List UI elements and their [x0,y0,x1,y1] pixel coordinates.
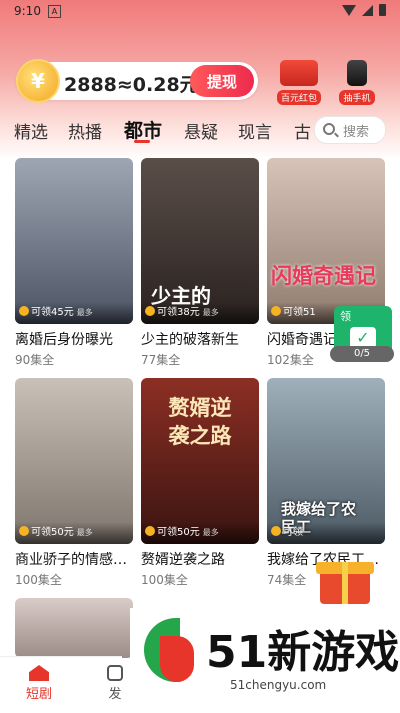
tab-ancient[interactable]: 古 [294,118,311,143]
coin-icon [145,526,155,536]
episode-count: 100集全 [15,573,62,587]
active-tab-indicator [134,140,150,143]
coin-balance-bar: ¥ 2888≈0.28元 提现 [16,59,258,103]
tab-modern-romance[interactable]: 现言 [238,118,272,143]
reward-badge: 可领50元 最多 [141,522,259,544]
reward-badge: 可领38元 最多 [141,302,259,324]
promo-label: 百元红包 [276,90,321,105]
coin-icon [271,526,281,536]
red-envelope-icon [280,60,318,86]
coin-icon [271,306,281,316]
episode-count: 100集全 [141,573,188,587]
coin-icon [19,526,29,536]
episode-count: 77集全 [141,353,181,367]
phone-icon [347,60,367,86]
wifi-icon [342,4,356,16]
tab-suspense[interactable]: 悬疑 [184,118,218,143]
status-time: 9:10 [14,4,41,18]
drama-card[interactable]: 赘婿逆袭之路 可领50元 最多 赘婿逆袭之路 100集全 [141,378,259,588]
drama-title[interactable]: 少主的破落新生 [141,329,259,349]
watermark-brand: 51新游戏 [206,627,400,678]
site-logo-icon [144,618,194,682]
drama-poster[interactable]: 我嫁给了农民工 可领 [267,378,385,544]
discover-icon [107,665,123,681]
status-icons [342,4,386,16]
drama-poster[interactable]: 闪婚奇遇记 可领51 [267,158,385,324]
coin-icon [145,306,155,316]
withdraw-button[interactable]: 提现 [190,65,254,97]
drama-poster[interactable]: 少主的 可领38元 最多 [141,158,259,324]
episode-count: 90集全 [15,353,55,367]
reward-badge: 可领45元 最多 [15,302,133,324]
nav-label: 短剧 [25,687,52,702]
search-placeholder: 搜索 [343,125,370,140]
drama-poster[interactable]: 赘婿逆袭之路 可领50元 最多 [141,378,259,544]
poster-title-text: 闪婚奇遇记 [271,264,376,288]
poster-title-text: 赘婿逆袭之路 [168,396,232,448]
drama-title[interactable]: 离婚后身份曝光 [15,329,133,349]
drama-poster[interactable] [15,598,133,658]
drama-card[interactable]: 可领45元 最多 离婚后身份曝光 90集全 [15,158,133,368]
nav-item-short-drama[interactable]: 短剧 [14,663,64,702]
cell-signal-icon [362,4,373,16]
tab-featured[interactable]: 精选 [14,118,48,143]
tab-trending[interactable]: 热播 [68,118,102,143]
claim-label: 领 [340,310,351,323]
coin-icon [19,306,29,316]
task-progress: 0/5 [330,346,394,362]
gift-box-icon[interactable] [312,556,378,606]
drama-card[interactable] [15,598,133,658]
promo-red-envelope[interactable]: 百元红包 [272,60,326,105]
drama-title[interactable]: 赘婿逆袭之路 [141,549,259,569]
search-icon [323,123,335,135]
battery-icon [379,4,386,16]
status-bar: 9:10 A [0,0,400,24]
coin-icon: ¥ [16,59,60,103]
reward-badge: 可领 [267,522,385,544]
reward-badge: 可领50元 最多 [15,522,133,544]
promo-label: 抽手机 [339,90,375,105]
search-input[interactable]: 搜索 [314,116,386,144]
watermark-url: 51chengyu.com [230,678,327,692]
drama-card[interactable]: 少主的 可领38元 最多 少主的破落新生 77集全 [141,158,259,368]
site-watermark: 51新游戏 51chengyu.com [130,608,400,712]
bottom-nav: 短剧 发 [0,656,123,713]
coin-balance-text: 2888≈0.28元 [64,74,199,96]
drama-title[interactable]: 商业骄子的情感… [15,549,133,569]
notification-icon: A [48,5,61,18]
promo-phone[interactable]: 抽手机 [330,60,384,105]
drama-poster[interactable]: 可领45元 最多 [15,158,133,324]
drama-card[interactable]: 可领50元 最多 商业骄子的情感… 100集全 [15,378,133,588]
tab-urban[interactable]: 都市 [124,116,162,143]
home-icon [29,665,49,681]
drama-poster[interactable]: 可领50元 最多 [15,378,133,544]
